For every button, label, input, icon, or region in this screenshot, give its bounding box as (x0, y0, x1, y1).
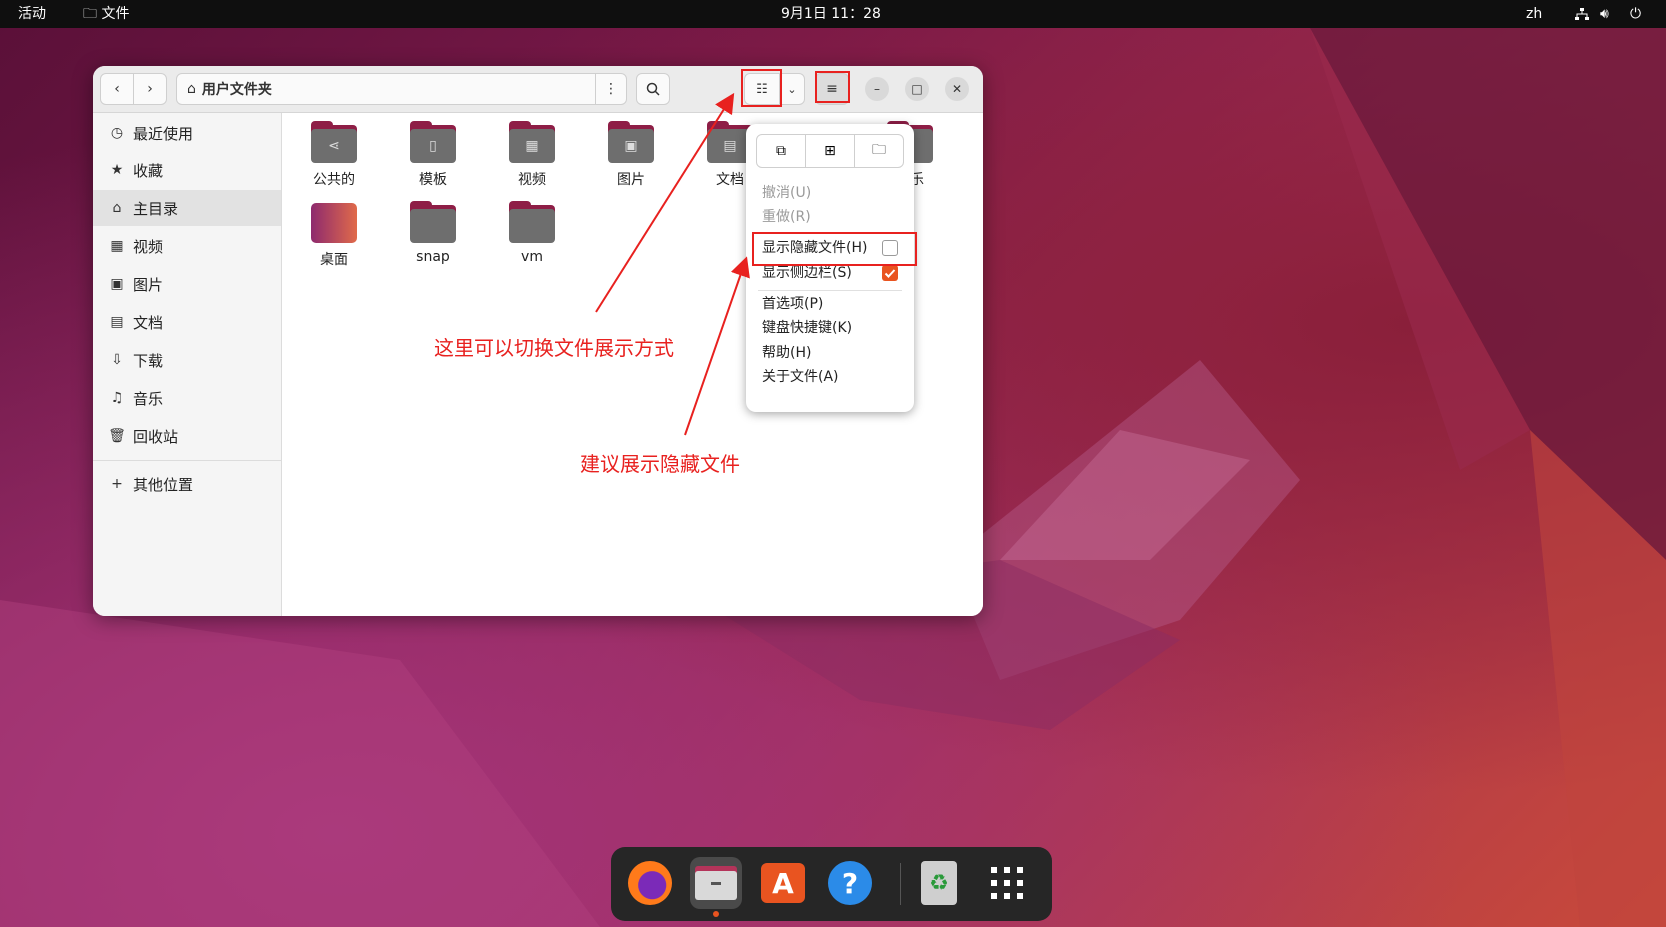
firefox-icon[interactable] (624, 857, 676, 909)
app-grid-icon[interactable] (981, 857, 1033, 909)
app-center-icon[interactable]: A (757, 857, 809, 909)
annotation-arrows (595, 92, 750, 436)
annotation-view-switch: 这里可以切换文件展示方式 (434, 336, 674, 360)
dock-separator (900, 863, 901, 905)
files-icon[interactable] (690, 857, 742, 917)
trash-icon[interactable]: ♻ (913, 857, 965, 909)
annotation-show-hidden: 建议展示隐藏文件 (580, 452, 740, 476)
help-icon[interactable]: ? (824, 857, 876, 909)
dock: A ? ♻ (611, 847, 1052, 921)
running-indicator (713, 911, 719, 917)
